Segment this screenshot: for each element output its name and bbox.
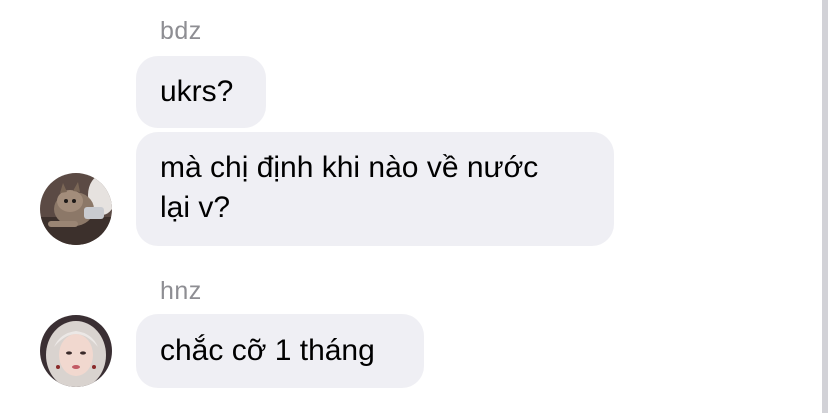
message-bubble[interactable]: ukrs? [136,56,266,128]
sender-name: hnz [160,277,202,305]
message-bubble[interactable]: chắc cỡ 1 tháng [136,314,424,388]
cat-photo-avatar[interactable] [40,173,112,245]
girl-photo-avatar[interactable] [40,315,112,387]
message-text: ukrs? [160,75,234,108]
chat-thread: bdz ukrs? mà chị định khi nào về nước lạ… [0,0,828,413]
message-bubble[interactable]: mà chị định khi nào về nước lại v? [136,132,614,246]
message-text-line: mà chị định khi nào về nước [160,151,539,184]
scrollbar[interactable] [822,0,828,413]
message-text: chắc cỡ 1 tháng [160,334,375,367]
message-text-line: lại v? [160,191,231,224]
sender-name: bdz [160,17,202,45]
